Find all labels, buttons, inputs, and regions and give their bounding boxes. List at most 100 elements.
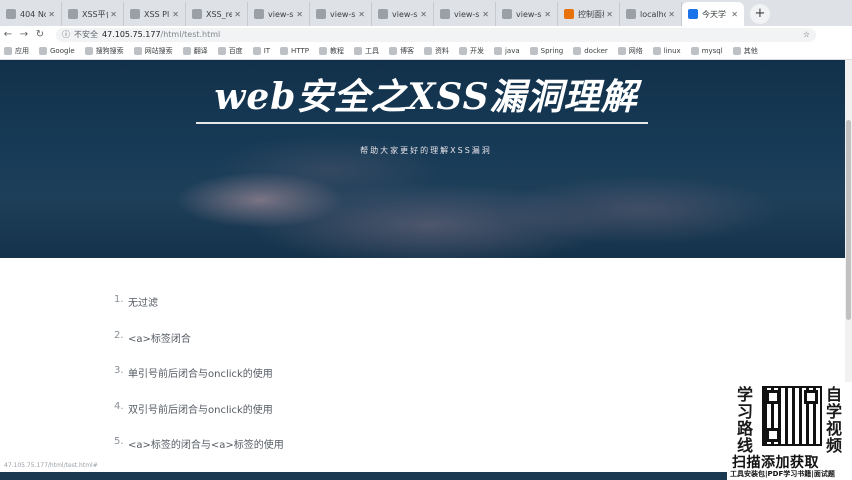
tab-label: view-so bbox=[516, 9, 542, 19]
star-icon[interactable]: ☆ bbox=[803, 30, 810, 39]
lesson-number: 5. bbox=[114, 436, 124, 447]
tab-active[interactable]: 今天学 ✕ bbox=[682, 2, 744, 26]
page-icon bbox=[502, 9, 512, 19]
bookmark-label: 应用 bbox=[15, 47, 29, 55]
tab-label: XSS Pl bbox=[144, 9, 170, 19]
close-icon[interactable]: ✕ bbox=[606, 10, 613, 19]
tab-view-source[interactable]: view-so✕ bbox=[310, 2, 372, 26]
bookmark-item[interactable]: 应用 bbox=[4, 46, 29, 56]
bookmark-item[interactable]: linux bbox=[652, 47, 681, 55]
lesson-link-2[interactable]: 2. <a>标签闭合 bbox=[114, 330, 284, 366]
tab-xss-pl[interactable]: XSS Pl ✕ bbox=[124, 2, 186, 26]
bookmark-icon bbox=[182, 47, 191, 55]
lesson-link-1[interactable]: 1. 无过滤 bbox=[114, 294, 284, 330]
bookmark-item[interactable]: 网站搜索 bbox=[133, 46, 173, 56]
title-divider bbox=[196, 122, 648, 124]
bookmark-item[interactable]: HTTP bbox=[280, 47, 309, 55]
bookmark-label: 网站搜索 bbox=[144, 47, 173, 55]
bookmark-item[interactable]: Spring bbox=[529, 47, 563, 55]
close-icon[interactable]: ✕ bbox=[731, 10, 738, 19]
page-icon bbox=[130, 9, 140, 19]
tab-xss-platform[interactable]: XSS平台✕ bbox=[62, 2, 124, 26]
tab-view-source[interactable]: view-so✕ bbox=[248, 2, 310, 26]
bookmark-item[interactable]: 百度 bbox=[217, 46, 243, 56]
close-icon[interactable]: ✕ bbox=[668, 10, 675, 19]
bookmark-item[interactable]: 翻译 bbox=[182, 46, 208, 56]
bookmark-icon bbox=[458, 47, 467, 55]
bookmark-item[interactable]: 其他 bbox=[732, 46, 758, 56]
bookmark-item[interactable]: 网络 bbox=[617, 46, 643, 56]
bookmark-icon bbox=[690, 47, 699, 55]
close-icon[interactable]: ✕ bbox=[110, 10, 117, 19]
close-icon[interactable]: ✕ bbox=[296, 10, 303, 19]
bookmark-label: 工具 bbox=[364, 47, 379, 55]
bookmark-label: IT bbox=[263, 47, 271, 55]
scrollbar-thumb[interactable] bbox=[846, 120, 851, 320]
bookmark-item[interactable]: 开发 bbox=[458, 46, 484, 56]
tab-localhost[interactable]: localhos✕ bbox=[620, 2, 682, 26]
address-bar[interactable]: ⓘ 不安全 47.105.75.177 /html/test.html ☆ bbox=[56, 27, 816, 42]
close-icon[interactable]: ✕ bbox=[544, 10, 551, 19]
lesson-link-3[interactable]: 3. 单引号前后闭合与onclick的使用 bbox=[114, 365, 284, 401]
page-icon bbox=[6, 9, 16, 19]
close-icon[interactable]: ✕ bbox=[358, 10, 365, 19]
reload-icon[interactable]: ↻ bbox=[32, 29, 48, 40]
close-icon[interactable]: ✕ bbox=[48, 10, 55, 19]
page-content: web安全之XSS漏洞理解 帮助大家更好的理解XSS漏洞 1. 无过滤 2. <a>… bbox=[0, 60, 852, 480]
bookmark-item[interactable]: Google bbox=[39, 47, 75, 55]
page-icon bbox=[68, 9, 78, 19]
bookmark-icon bbox=[318, 47, 327, 55]
tab-control-panel[interactable]: 控制面板✕ bbox=[558, 2, 620, 26]
page-icon bbox=[688, 9, 698, 19]
forward-icon[interactable]: → bbox=[16, 29, 32, 40]
lesson-number: 2. bbox=[114, 329, 124, 341]
tab-label: view-so bbox=[268, 9, 294, 19]
tab-view-source[interactable]: view-so✕ bbox=[372, 2, 434, 26]
bookmark-label: 网络 bbox=[628, 47, 643, 55]
lesson-number: 1. bbox=[114, 294, 124, 305]
bookmark-item[interactable]: docker bbox=[573, 47, 608, 55]
bookmark-label: 资料 bbox=[434, 47, 449, 55]
url-path: /html/test.html bbox=[160, 30, 221, 39]
bookmark-item[interactable]: IT bbox=[252, 47, 271, 55]
promo-overlay[interactable]: 学习路线 自学视频 扫描添加获取 工具安装包|PDF学习书籍|面试题 bbox=[727, 382, 852, 480]
security-label: 不安全 bbox=[74, 30, 98, 39]
link-status-bar: 47.105.75.177/html/test.html# bbox=[4, 462, 98, 469]
tab-label: view-so bbox=[392, 9, 418, 19]
tab-404[interactable]: 404 Not✕ bbox=[0, 2, 62, 26]
bookmark-item[interactable]: 搜狗搜索 bbox=[84, 46, 124, 56]
bookmark-item[interactable]: 资料 bbox=[423, 46, 449, 56]
close-icon[interactable]: ✕ bbox=[482, 10, 489, 19]
warning-icon[interactable]: ⓘ bbox=[62, 29, 70, 40]
lesson-link-4[interactable]: 4. 双引号前后闭合与onclick的使用 bbox=[114, 401, 284, 437]
bookmark-icon bbox=[217, 47, 226, 55]
lesson-list: 1. 无过滤 2. <a>标签闭合 3. 单引号前后闭合与onclick的使用 4. 双… bbox=[114, 294, 284, 472]
page-icon bbox=[192, 9, 202, 19]
bookmark-label: 搜狗搜索 bbox=[95, 47, 124, 55]
bookmark-label: HTTP bbox=[291, 47, 309, 55]
lesson-title: <a>标签闭合 bbox=[128, 333, 191, 345]
close-icon[interactable]: ✕ bbox=[234, 10, 241, 19]
page-title: web安全之XSS漏洞理解 bbox=[214, 76, 638, 118]
tab-label: 控制面板 bbox=[578, 9, 604, 19]
bookmark-item[interactable]: 工具 bbox=[353, 46, 379, 56]
bookmark-item[interactable]: mysql bbox=[690, 47, 723, 55]
tab-view-source[interactable]: view-so✕ bbox=[496, 2, 558, 26]
bookmark-icon bbox=[252, 47, 261, 55]
bookmark-item[interactable]: 教程 bbox=[318, 46, 344, 56]
tab-xss-res[interactable]: XSS_res✕ bbox=[186, 2, 248, 26]
page-icon bbox=[316, 9, 326, 19]
bookmark-label: linux bbox=[663, 47, 681, 55]
bookmark-item[interactable]: java bbox=[493, 47, 520, 55]
tab-label: view-so bbox=[454, 9, 480, 19]
qr-code-icon bbox=[762, 386, 822, 446]
tab-view-source[interactable]: view-so✕ bbox=[434, 2, 496, 26]
back-icon[interactable]: ← bbox=[0, 29, 16, 40]
close-icon[interactable]: ✕ bbox=[172, 10, 179, 19]
bookmark-item[interactable]: 博客 bbox=[388, 46, 414, 56]
bookmark-icon bbox=[573, 47, 582, 55]
new-tab-button[interactable]: + bbox=[750, 4, 770, 24]
close-icon[interactable]: ✕ bbox=[420, 10, 427, 19]
lesson-title: <a>标签的闭合与<a>标签的使用 bbox=[128, 440, 284, 451]
qr-corner bbox=[804, 390, 818, 404]
